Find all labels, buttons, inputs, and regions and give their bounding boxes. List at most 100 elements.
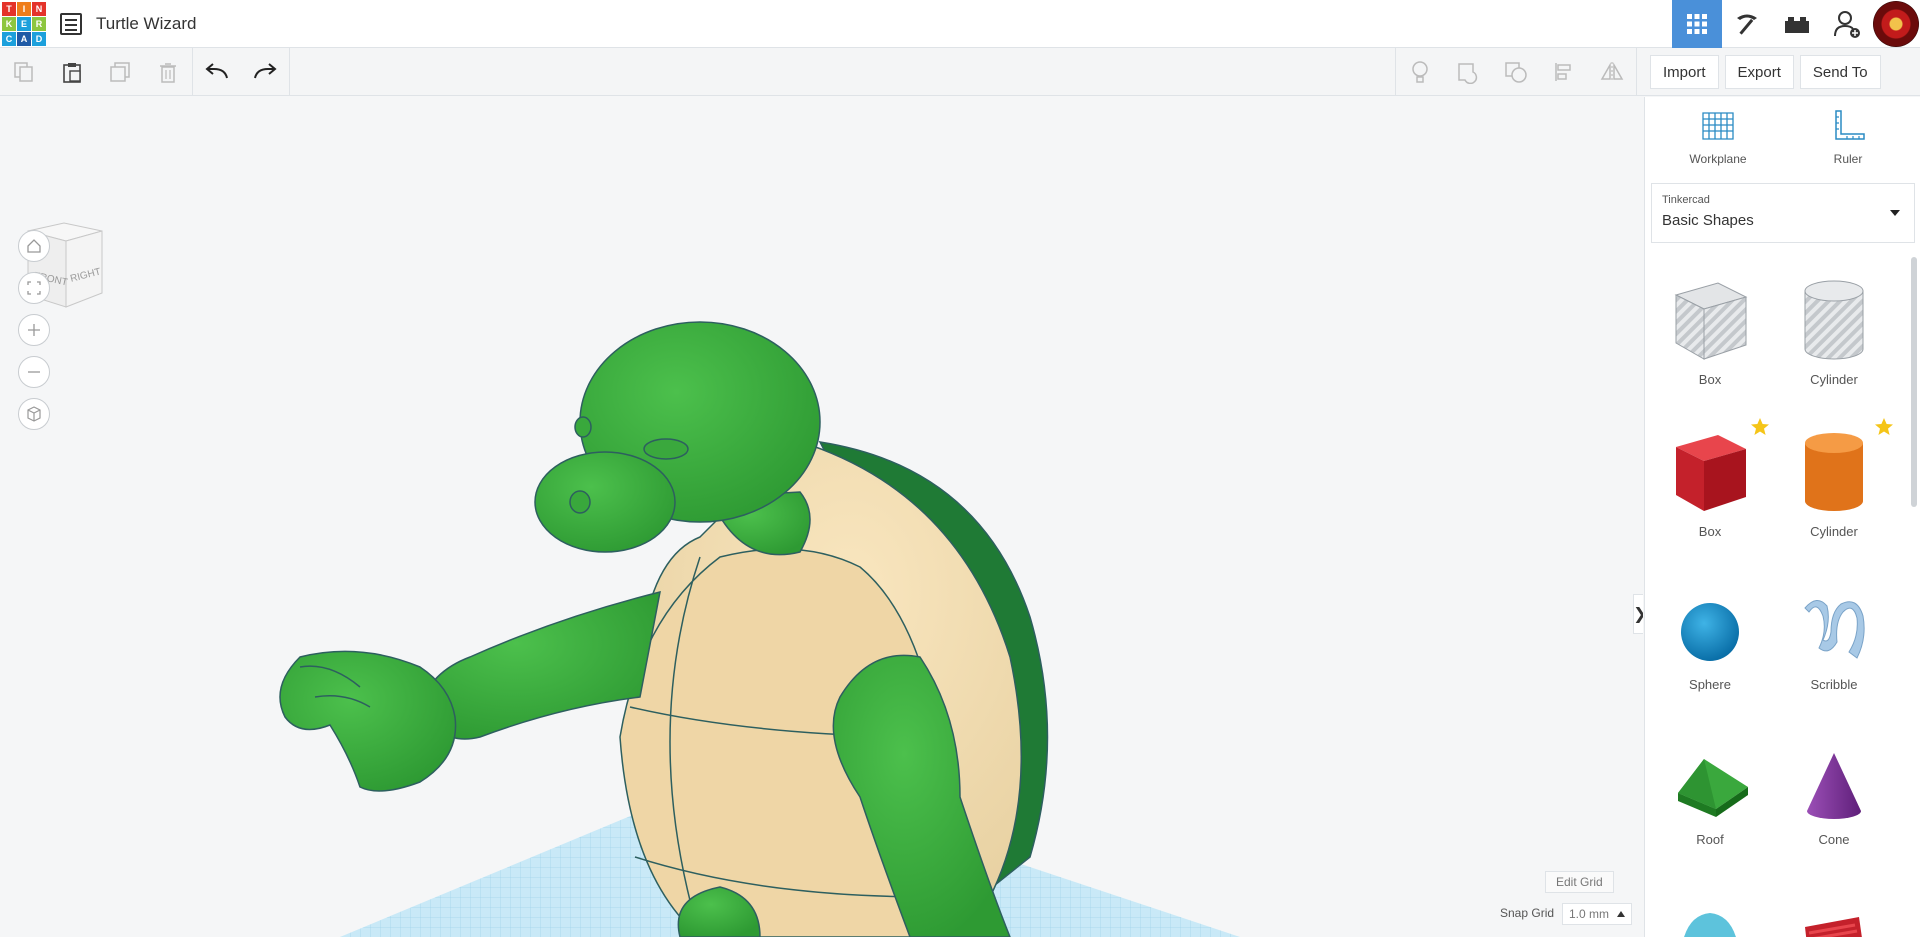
zoom-out-button[interactable] <box>18 356 50 388</box>
zoom-in-button[interactable] <box>18 314 50 346</box>
panel-scrollbar[interactable] <box>1911 257 1917 507</box>
shape-scribble[interactable]: Scribble <box>1779 592 1889 692</box>
minecraft-view-button[interactable] <box>1722 0 1772 48</box>
shape-roof[interactable]: Roof <box>1655 747 1765 847</box>
import-button[interactable]: Import <box>1650 55 1719 89</box>
scribble-icon <box>1804 600 1865 659</box>
logo-letter: A <box>17 31 31 46</box>
ruler-tool[interactable]: Ruler <box>1793 109 1903 166</box>
duplicate-button[interactable] <box>96 48 144 96</box>
shape-sphere[interactable]: Sphere <box>1655 592 1765 692</box>
paraboloid-icon <box>1684 913 1736 937</box>
notes-button[interactable] <box>1396 48 1444 96</box>
fit-view-button[interactable] <box>18 272 50 304</box>
group-icon <box>1458 63 1478 84</box>
snap-grid-value: 1.0 mm <box>1569 907 1610 921</box>
shape-label: Box <box>1698 524 1722 539</box>
perspective-button[interactable] <box>18 398 50 430</box>
send-to-button[interactable]: Send To <box>1799 55 1881 89</box>
workplane-label: Workplane <box>1689 152 1747 166</box>
toolbar-divider <box>1636 48 1637 96</box>
shape-cylinder[interactable]: Cylinder <box>1779 429 1889 539</box>
shape-library-select[interactable]: Tinkercad Basic Shapes <box>1651 183 1915 243</box>
roof-icon <box>1678 759 1748 817</box>
undo-button[interactable] <box>193 48 241 96</box>
home-icon <box>27 239 41 253</box>
scene-3d[interactable] <box>0 97 1643 937</box>
shape-paraboloid[interactable] <box>1655 905 1765 937</box>
undo-icon <box>205 62 228 78</box>
logo-letter: E <box>17 16 31 31</box>
caret-up-icon <box>1617 911 1625 917</box>
bricks-view-button[interactable] <box>1772 0 1822 48</box>
shape-grid: Box Cylinder Box Cylinder Sphere Scribbl… <box>1645 257 1907 937</box>
snap-grid-select[interactable]: 1.0 mm <box>1562 903 1632 925</box>
shape-label: Cone <box>1818 832 1850 847</box>
plus-icon <box>28 324 40 336</box>
minus-icon <box>28 371 40 373</box>
delete-button[interactable] <box>144 48 192 96</box>
box-icon <box>1676 435 1746 511</box>
cylinder-icon <box>1805 433 1863 511</box>
align-icon <box>1555 63 1571 81</box>
redo-icon <box>254 62 277 78</box>
copy-button[interactable] <box>0 48 48 96</box>
favorite-star-icon[interactable] <box>1750 417 1770 437</box>
ungroup-button[interactable] <box>1492 48 1540 96</box>
fit-icon <box>27 281 41 295</box>
cone-icon <box>1807 753 1861 819</box>
shape-cone[interactable]: Cone <box>1779 747 1889 847</box>
library-source: Tinkercad <box>1662 194 1710 206</box>
duplicate-icon <box>110 61 130 82</box>
mirror-icon <box>1600 62 1624 82</box>
shapes-panel: Workplane Ruler Tinkercad Basic Shapes B… <box>1644 97 1920 937</box>
logo-letter: K <box>2 16 16 31</box>
redo-button[interactable] <box>241 48 289 96</box>
shape-label: Cylinder <box>1810 524 1858 539</box>
user-avatar[interactable] <box>1873 1 1919 47</box>
shape-cylinder-hole[interactable]: Cylinder <box>1779 277 1889 387</box>
shape-text[interactable] <box>1779 905 1889 937</box>
3d-design-view-button[interactable] <box>1672 0 1722 48</box>
logo-letter: D <box>32 31 46 46</box>
logo-letter: I <box>17 1 31 16</box>
align-button[interactable] <box>1540 48 1588 96</box>
logo-letter: T <box>2 1 16 16</box>
workplane-tool[interactable]: Workplane <box>1663 109 1773 166</box>
copy-icon <box>14 61 33 82</box>
snap-grid-label: Snap Grid <box>1500 906 1555 920</box>
logo-letter: C <box>2 31 16 46</box>
shape-box-hole[interactable]: Box <box>1655 277 1765 387</box>
cube-icon <box>27 406 41 422</box>
box-hole-icon <box>1674 282 1748 360</box>
group-button[interactable] <box>1444 48 1492 96</box>
collapse-panel-button[interactable]: ❯ <box>1633 594 1643 634</box>
export-button[interactable]: Export <box>1724 55 1794 89</box>
workplane-canvas[interactable]: FRONT RIGHT ❯ <box>0 97 1643 937</box>
turtle-model[interactable] <box>279 321 1049 937</box>
paste-button[interactable] <box>48 48 96 96</box>
shape-box[interactable]: Box <box>1655 429 1765 539</box>
tinkercad-logo[interactable]: T I N K E R C A D <box>2 1 46 46</box>
logo-letter: R <box>32 16 46 31</box>
home-view-button[interactable] <box>18 230 50 262</box>
edit-grid-button[interactable]: Edit Grid <box>1545 871 1614 893</box>
favorite-star-icon[interactable] <box>1874 417 1894 437</box>
sphere-icon <box>1681 603 1739 661</box>
design-title[interactable]: Turtle Wizard <box>96 14 196 34</box>
mirror-button[interactable] <box>1588 48 1636 96</box>
paste-icon <box>63 62 81 83</box>
ruler-icon <box>1835 110 1865 140</box>
shape-label: Cylinder <box>1810 372 1858 387</box>
toolbar-divider <box>289 47 290 96</box>
design-list-icon[interactable] <box>60 12 82 35</box>
chevron-down-icon <box>1890 210 1900 216</box>
library-category: Basic Shapes <box>1662 212 1754 229</box>
pickaxe-icon <box>1737 14 1757 35</box>
logo-letter: N <box>32 1 46 16</box>
shape-label: Roof <box>1696 832 1724 847</box>
lightbulb-icon <box>1412 61 1428 83</box>
edit-toolbar: Import Export Send To <box>0 47 1920 96</box>
grid-icon <box>1687 14 1707 34</box>
invite-user-button[interactable] <box>1822 0 1872 48</box>
